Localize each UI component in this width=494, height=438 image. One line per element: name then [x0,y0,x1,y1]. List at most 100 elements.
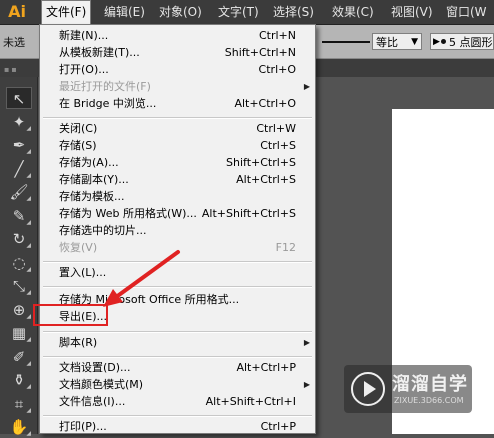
file-menu-item[interactable]: 文档设置(D)... Alt+Ctrl+P [40,359,315,376]
menu-item-label: 文档颜色模式(M) [59,378,144,391]
menu-3[interactable]: 文字(T) [214,0,263,24]
file-menu-dropdown: 新建(N)... Ctrl+N 从模板新建(T)... Shift+Ctrl+N 打开(… [39,24,316,434]
submenu-arrow-icon: ▶ [303,82,310,91]
file-menu-item[interactable]: 新建(N)... Ctrl+N [40,27,315,44]
shape-builder-tool-glyph: ⊕ [12,300,26,319]
menu-6[interactable]: 视图(V) [387,0,437,24]
menu-item-label: 脚本(R) [59,336,98,349]
menu-item-shortcut: Ctrl+W [256,122,296,135]
menu-item-shortcut: F12 [275,241,296,254]
file-menu-item[interactable]: 打开(O)... Ctrl+O [40,61,315,78]
symbol-sprayer-tool-glyph: ⚱ [12,371,26,389]
file-menu-item[interactable]: 关闭(C) Ctrl+W [40,120,315,137]
tool-flyout-triangle-icon: ◢ [26,171,31,179]
menu-0[interactable]: 文件(F) [41,0,92,24]
file-menu-item[interactable]: 打印(P)... Ctrl+P [40,418,315,435]
file-menu-item[interactable]: 文件信息(I)... Alt+Shift+Ctrl+I [40,393,315,410]
menu-item-shortcut: Shift+Ctrl+S [226,156,296,169]
submenu-arrow-icon: ▶ [303,380,310,389]
menu-5[interactable]: 效果(C) [328,0,378,24]
panel-grip-icon[interactable]: ▪▪ [4,65,19,74]
export-highlight-box [33,304,108,326]
menu-separator [43,415,312,417]
tool-flyout-triangle-icon: ◢ [26,430,31,437]
tool-flyout-triangle-icon: ◢ [26,265,31,273]
tool-flyout-triangle-icon: ◢ [26,383,31,390]
pen-tool-glyph: ✒ [12,136,26,154]
line-tool-glyph: ╱ [14,159,24,178]
line-tool-icon[interactable]: ╱ ◢ [6,158,32,180]
file-menu-item[interactable]: 脚本(R) ▶ [40,334,315,351]
file-menu-item[interactable]: 存储(S) Ctrl+S [40,137,315,154]
tool-flyout-triangle-icon: ◢ [26,242,31,249]
rotate-tool-icon[interactable]: ↻ ◢ [6,228,32,250]
file-menu-item[interactable]: 在 Bridge 中浏览... Alt+Ctrl+O [40,95,315,112]
menu-item-label: 存储选中的切片... [59,224,147,237]
file-menu-item[interactable]: 置入(L)... [40,264,315,281]
warp-tool-icon[interactable]: ◌ ◢ [6,252,32,274]
menu-item-label: 从模板新建(T)... [59,46,140,59]
symbol-sprayer-tool-icon[interactable]: ⚱ ◢ [6,369,32,391]
file-menu-item[interactable]: 从模板新建(T)... Shift+Ctrl+N [40,44,315,61]
chevron-right-icon: ▶ [433,37,440,47]
menu-item-shortcut: Alt+Ctrl+P [236,361,296,374]
menu-separator [43,261,312,263]
file-menu-item[interactable]: 文档颜色模式(M) ▶ [40,376,315,393]
mesh-tool-icon[interactable]: ▦ ◢ [6,322,32,344]
selection-tool-glyph: ↖ [12,90,26,108]
pen-tool-icon[interactable]: ✒ ◢ [6,134,32,156]
menu-4[interactable]: 选择(S) [269,0,318,24]
tools-panel: ↖ ✦ ◢ ✒ ◢ ╱ ◢ 🖌 ◢ ✎ ◢ ↻ ◢ ◌ ◢ ⤡ ◢ ⊕ ◢ ▦ ◢ ✐ ◢ ⚱ ◢ ⌗ ◢ ✋ ◢ [0,77,38,437]
artboard-tool-icon[interactable]: ⌗ ◢ [6,393,32,415]
menu-item-label: 文档设置(D)... [59,361,131,374]
menu-bar: Ai 文件(F) 编辑(E) 对象(O) 文字(T) 选择(S) 效果(C) 视图(V) 窗口… [0,0,494,25]
play-logo-icon [351,372,385,406]
magic-wand-tool-glyph: ✦ [12,112,26,131]
tool-flyout-triangle-icon: ◢ [26,218,31,226]
menu-item-shortcut: Alt+Ctrl+S [236,173,296,186]
watermark: 溜溜自学 ZIXUE.3D66.COM [344,365,472,413]
menu-separator [43,286,312,288]
magic-wand-tool-icon[interactable]: ✦ ◢ [6,111,32,133]
file-menu-item: 最近打开的文件(F) ▶ [40,78,315,95]
selection-tool-icon[interactable]: ↖ [6,87,32,109]
hand-tool-icon[interactable]: ✋ ◢ [6,416,32,438]
menu-item-label: 存储(S) [59,139,97,152]
tool-flyout-triangle-icon: ◢ [26,312,31,320]
menu-item-shortcut: Ctrl+S [260,139,296,152]
paintbrush-tool-icon[interactable]: 🖌 ◢ [6,181,32,203]
watermark-url: ZIXUE.3D66.COM [394,396,464,405]
file-menu-item[interactable]: 存储副本(Y)... Alt+Ctrl+S [40,171,315,188]
brush-definition-select[interactable]: ▶ 5 点圆形 [430,33,494,50]
eyedropper-tool-icon[interactable]: ✐ ◢ [6,346,32,368]
file-menu-item[interactable]: 存储选中的切片... [40,222,315,239]
menu-item-shortcut: Ctrl+O [258,63,296,76]
menu-7[interactable]: 窗口(W [442,0,491,24]
stroke-ratio-select[interactable]: 等比 ▼ [372,33,422,50]
menu-item-shortcut: Alt+Shift+Ctrl+I [205,395,296,408]
shape-builder-tool-icon[interactable]: ⊕ ◢ [6,299,32,321]
file-menu-item: 恢复(V) F12 [40,239,315,256]
chevron-down-icon: ▼ [411,37,418,47]
menu-2[interactable]: 对象(O) [155,0,206,24]
stroke-preview-line [322,41,370,43]
warp-tool-glyph: ◌ [12,253,26,272]
menu-separator [43,356,312,358]
selection-status-label: 未选 [3,36,25,49]
menu-item-label: 存储为(A)... [59,156,119,169]
menu-1[interactable]: 编辑(E) [100,0,149,24]
menu-item-shortcut: Alt+Ctrl+O [234,97,296,110]
file-menu-item[interactable]: 存储为(A)... Shift+Ctrl+S [40,154,315,171]
menu-item-label: 在 Bridge 中浏览... [59,97,157,110]
rotate-tool-glyph: ↻ [12,230,26,248]
app-logo: Ai [8,2,26,21]
file-menu-item[interactable]: 存储为 Web 所用格式(W)... Alt+Shift+Ctrl+S [40,205,315,222]
menu-item-shortcut: Ctrl+N [258,29,296,42]
brush-dot-icon [441,39,446,44]
file-menu-item[interactable]: 存储为模板... [40,188,315,205]
menu-item-label: 打印(P)... [59,420,107,433]
free-transform-tool-icon[interactable]: ⤡ ◢ [6,275,32,297]
menu-item-shortcut: Shift+Ctrl+N [224,46,296,59]
blob-brush-tool-icon[interactable]: ✎ ◢ [6,205,32,227]
watermark-name: 溜溜自学 [392,374,468,395]
